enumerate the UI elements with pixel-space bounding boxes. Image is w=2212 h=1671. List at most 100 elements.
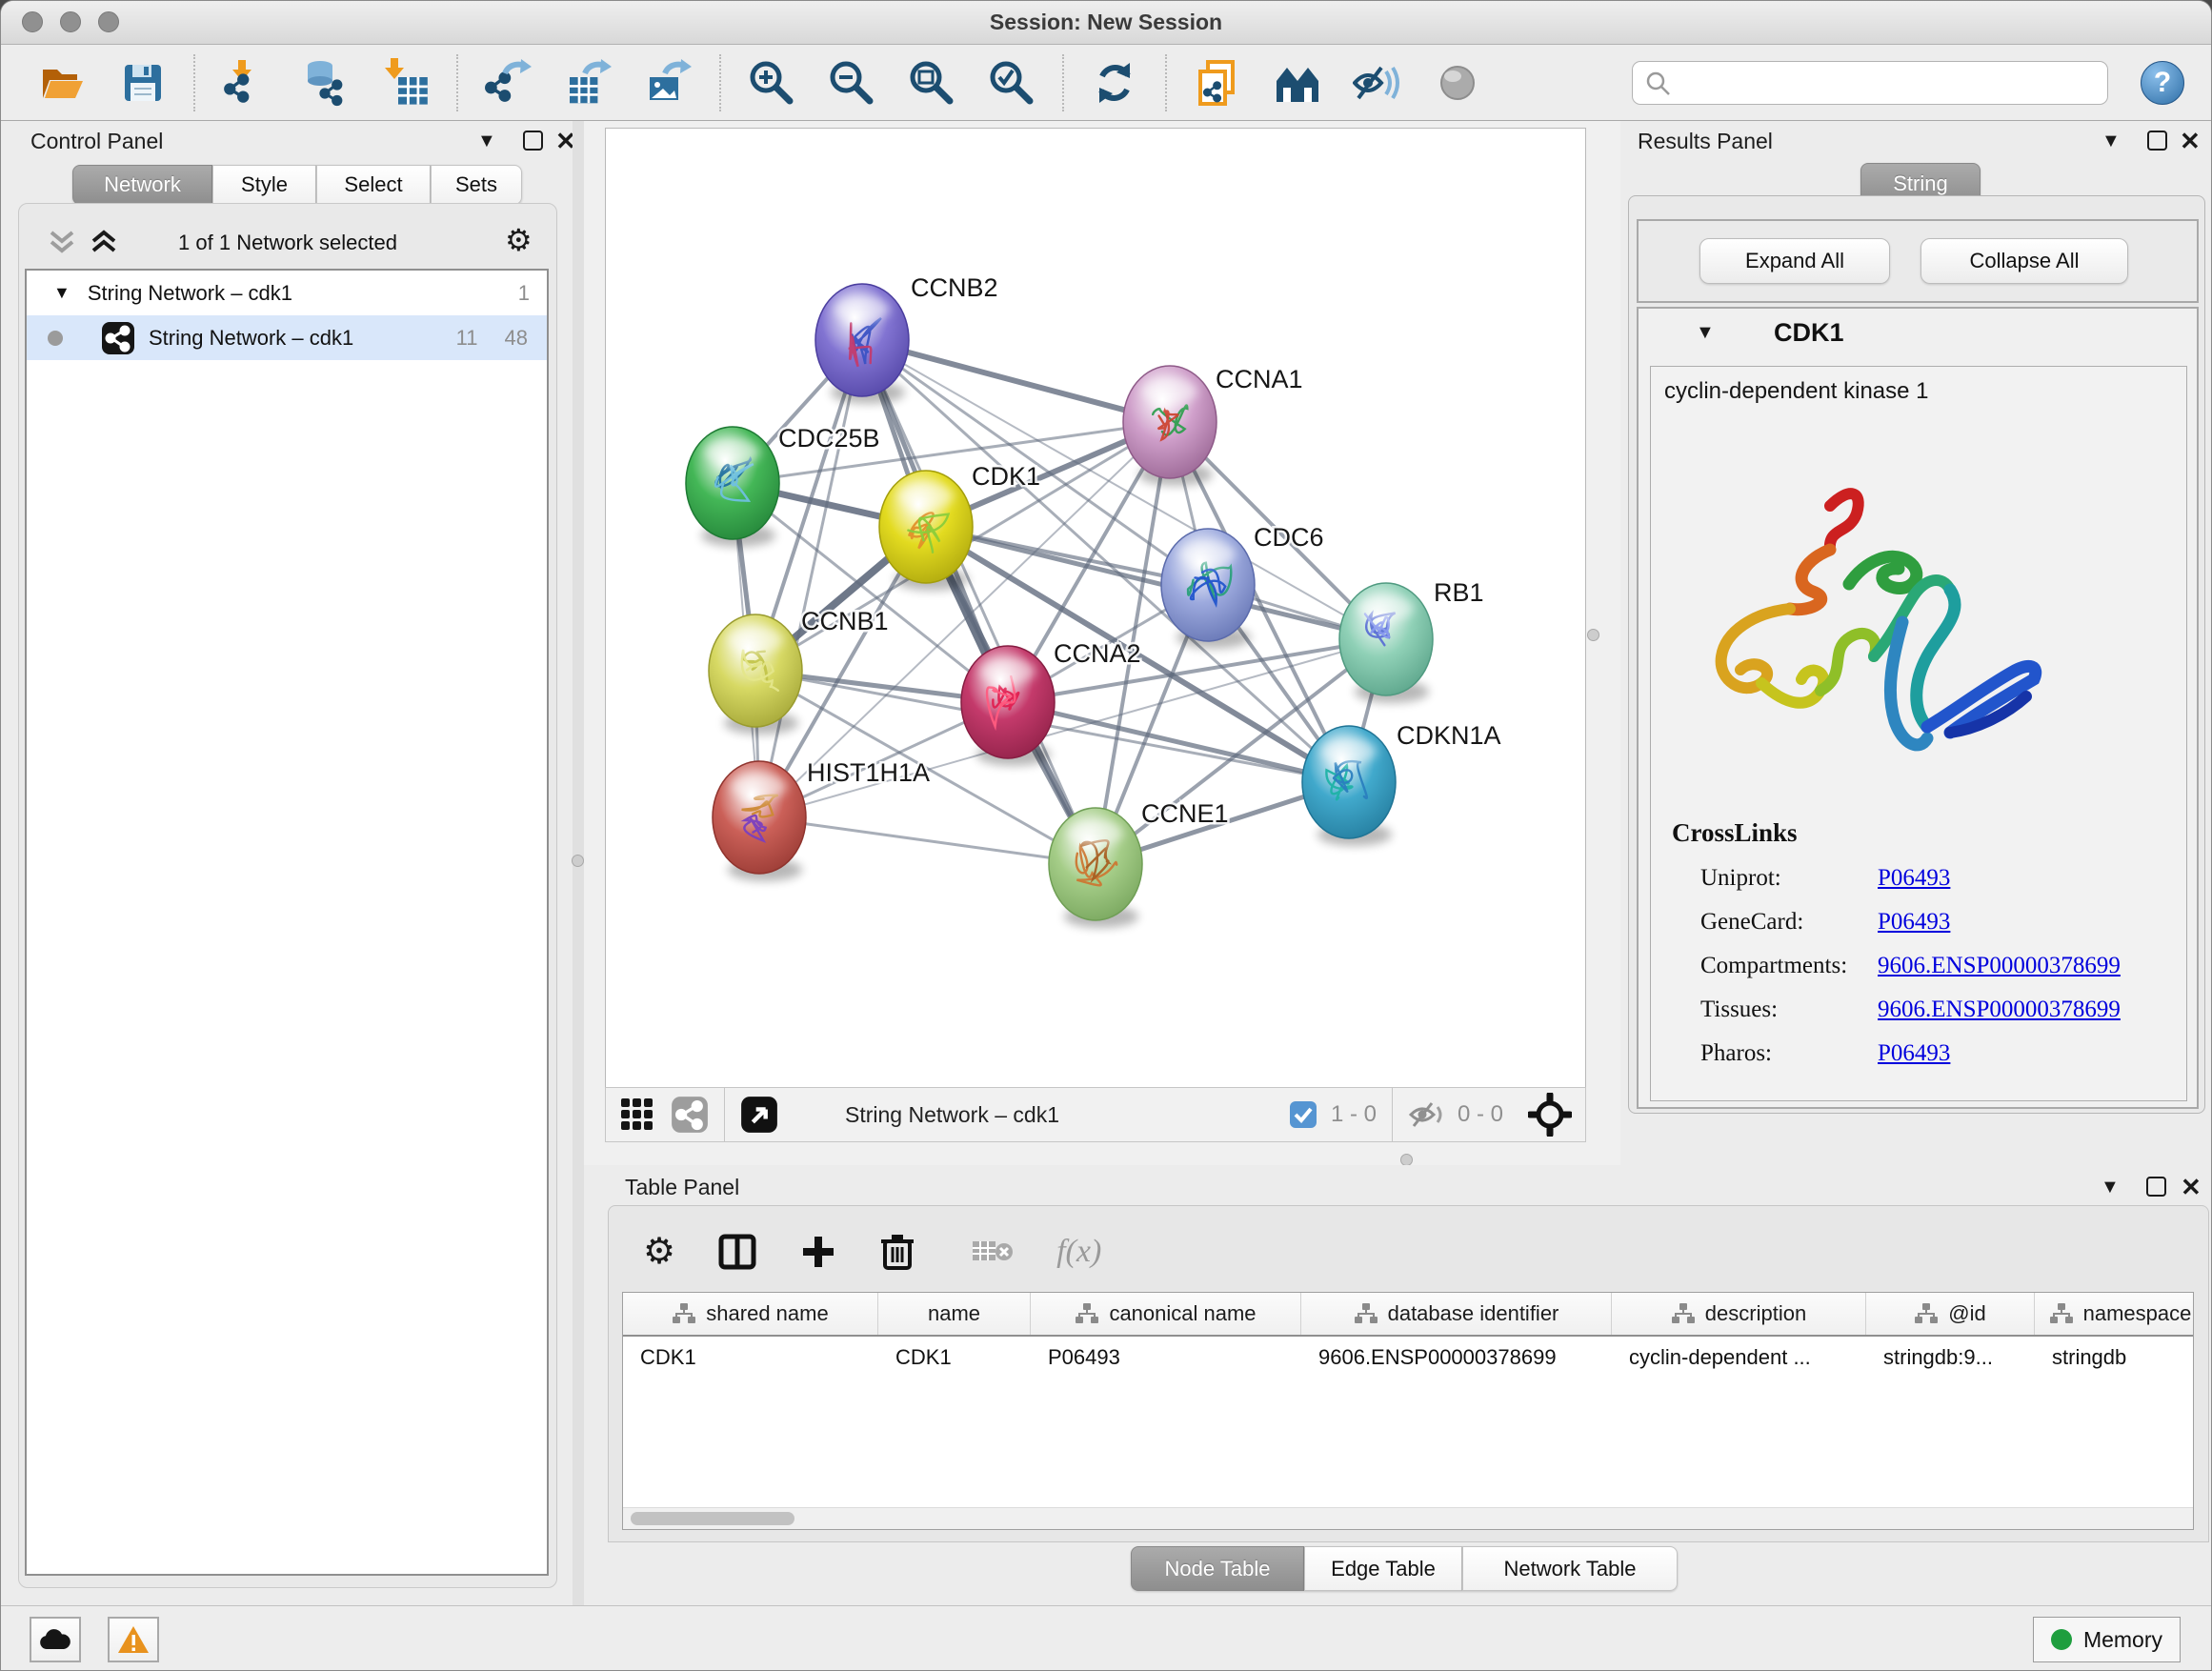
table-cell[interactable]: P06493: [1031, 1345, 1301, 1370]
network-panel-gear-icon[interactable]: ⚙: [505, 225, 533, 255]
level-of-detail-button[interactable]: [1432, 57, 1483, 109]
gene-section-expander-icon[interactable]: ▼: [1696, 322, 1715, 344]
tab-sets[interactable]: Sets: [431, 165, 522, 205]
tab-style[interactable]: Style: [212, 165, 316, 205]
create-column-plus-icon[interactable]: [799, 1233, 837, 1271]
network-node-CCNE1[interactable]: [1049, 808, 1142, 928]
crosslink-link[interactable]: P06493: [1878, 1040, 1950, 1067]
column-header--id[interactable]: @id: [1866, 1293, 2035, 1335]
tab-edge-table[interactable]: Edge Table: [1304, 1546, 1462, 1591]
show-hide-graphics-details-button[interactable]: [1352, 57, 1403, 109]
network-edge-HIST1H1A-CCNE1[interactable]: [759, 817, 1096, 864]
grid-view-icon[interactable]: [619, 1097, 655, 1133]
table-container: ⚙: [608, 1205, 2209, 1542]
crosslink-link[interactable]: 9606.ENSP00000378699: [1878, 953, 2121, 979]
save-session-button[interactable]: [117, 57, 169, 109]
cloud-status-button[interactable]: [30, 1617, 81, 1662]
expand-all-button[interactable]: Expand All: [1699, 238, 1890, 284]
network-share-icon[interactable]: [671, 1096, 709, 1134]
network-node-RB1[interactable]: [1339, 583, 1433, 703]
clone-network-view-button[interactable]: [1192, 57, 1243, 109]
show-columns-icon[interactable]: [717, 1232, 757, 1272]
collapse-all-button[interactable]: Collapse All: [1920, 238, 2128, 284]
network-node-CDC6[interactable]: [1161, 529, 1255, 649]
crosslink-link[interactable]: P06493: [1878, 865, 1950, 892]
collection-expander-icon[interactable]: ▼: [53, 283, 70, 303]
table-cell[interactable]: stringdb:9...: [1866, 1345, 2035, 1370]
network-node-CCNB1[interactable]: [709, 614, 802, 735]
zoom-out-button[interactable]: [826, 57, 877, 109]
export-table-button[interactable]: [563, 57, 614, 109]
network-node-CCNB2[interactable]: [815, 284, 909, 404]
selected-checkbox-icon[interactable]: [1289, 1100, 1317, 1129]
control-panel-float-icon[interactable]: [523, 131, 543, 151]
import-network-from-database-button[interactable]: [300, 57, 352, 109]
table-cell[interactable]: 9606.ENSP00000378699: [1301, 1345, 1612, 1370]
results-panel-float-icon[interactable]: [2147, 131, 2167, 151]
import-table-from-file-button[interactable]: [380, 57, 432, 109]
import-network-from-file-button[interactable]: [220, 57, 271, 109]
column-header-description[interactable]: description: [1612, 1293, 1866, 1335]
network-node-CCNA2[interactable]: [961, 646, 1055, 766]
table-panel-menu-icon[interactable]: ▼: [2101, 1177, 2120, 1198]
warnings-button[interactable]: [108, 1617, 159, 1662]
export-image-button[interactable]: [643, 57, 694, 109]
collection-label: String Network – cdk1: [88, 281, 292, 306]
network-row[interactable]: String Network – cdk1 11 48: [27, 315, 547, 360]
table-cell[interactable]: CDK1: [623, 1345, 878, 1370]
memory-button[interactable]: Memory: [2033, 1617, 2181, 1662]
search-input[interactable]: [1632, 61, 2108, 105]
network-edge-CCNB2-HIST1H1A[interactable]: [759, 340, 862, 817]
table-settings-gear-icon[interactable]: ⚙: [643, 1234, 675, 1270]
network-node-count: 11: [456, 326, 478, 351]
network-node-CDC25B[interactable]: [686, 427, 779, 547]
table-cell[interactable]: cyclin-dependent ...: [1612, 1345, 1866, 1370]
tab-network-table[interactable]: Network Table: [1462, 1546, 1678, 1591]
column-header-canonical-name[interactable]: canonical name: [1031, 1293, 1301, 1335]
table-horizontal-scrollbar[interactable]: [623, 1507, 2193, 1529]
open-session-button[interactable]: [37, 57, 89, 109]
column-label: name: [928, 1301, 980, 1326]
find-button[interactable]: [1272, 57, 1323, 109]
network-node-HIST1H1A[interactable]: [713, 761, 806, 881]
table-row[interactable]: CDK1CDK1P064939606.ENSP00000378699cyclin…: [623, 1337, 2193, 1379]
right-splitter-handle[interactable]: [1587, 629, 1599, 641]
crosslink-link[interactable]: P06493: [1878, 909, 1950, 936]
results-panel-close-icon[interactable]: ✕: [2180, 129, 2201, 153]
column-header-database-identifier[interactable]: database identifier: [1301, 1293, 1612, 1335]
node-label-CDKN1A: CDKN1A: [1397, 721, 1501, 750]
table-cell[interactable]: stringdb: [2035, 1345, 2194, 1370]
zoom-fit-button[interactable]: [906, 57, 957, 109]
table-panel-float-icon[interactable]: [2146, 1177, 2166, 1197]
zoom-in-button[interactable]: [746, 57, 797, 109]
column-header-namespace[interactable]: namespace: [2035, 1293, 2194, 1335]
toolbar-group: [1192, 57, 1483, 109]
left-splitter[interactable]: [573, 121, 584, 1605]
table-toolbar: ⚙: [643, 1216, 1101, 1288]
column-header-name[interactable]: name: [878, 1293, 1031, 1335]
scrollbar-thumb[interactable]: [631, 1512, 794, 1525]
network-node-CCNA1[interactable]: [1123, 366, 1217, 486]
tab-network[interactable]: Network: [72, 165, 212, 205]
tab-select[interactable]: Select: [316, 165, 431, 205]
network-node-CDK1[interactable]: [879, 471, 973, 591]
export-network-button[interactable]: [483, 57, 534, 109]
results-panel-menu-icon[interactable]: ▼: [2101, 131, 2121, 152]
network-collection-row[interactable]: ▼ String Network – cdk1 1: [27, 271, 547, 315]
zoom-selected-button[interactable]: [986, 57, 1037, 109]
network-edge-CCNA2-CDKN1A[interactable]: [1008, 702, 1349, 782]
column-header-shared-name[interactable]: shared name: [623, 1293, 878, 1335]
tab-node-table[interactable]: Node Table: [1131, 1546, 1304, 1591]
table-panel-close-icon[interactable]: ✕: [2181, 1175, 2202, 1199]
birds-eye-view-icon[interactable]: [740, 1096, 778, 1134]
fit-selected-crosshair-icon[interactable]: [1528, 1093, 1572, 1137]
table-cell[interactable]: CDK1: [878, 1345, 1031, 1370]
crosslink-link[interactable]: 9606.ENSP00000378699: [1878, 997, 2121, 1023]
delete-column-trash-icon[interactable]: [879, 1232, 915, 1272]
help-button[interactable]: ?: [2141, 61, 2184, 105]
control-panel-menu-icon[interactable]: ▼: [477, 131, 496, 152]
left-splitter-handle[interactable]: [572, 855, 584, 867]
refresh-view-button[interactable]: [1089, 57, 1140, 109]
network-canvas[interactable]: CCNB2CCNA1CDC25BCDK1CDC6RB1CCNB1CCNA2CDK…: [605, 128, 1586, 1089]
network-node-CDKN1A[interactable]: [1302, 726, 1396, 846]
